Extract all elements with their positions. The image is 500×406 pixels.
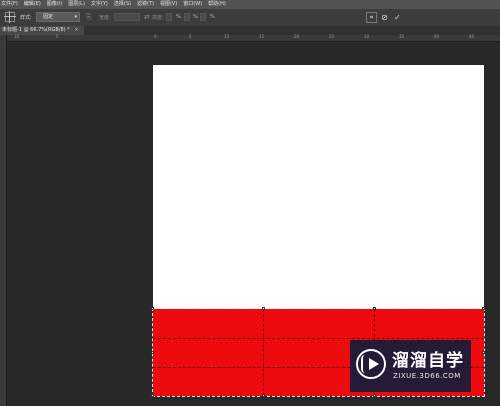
transform-handle[interactable] [373, 394, 376, 397]
width-label: 宽度: [99, 15, 111, 21]
field-2[interactable] [184, 13, 190, 21]
ruler-vertical [0, 35, 7, 406]
watermark: 溜溜自学 ZIXUE.3D66.COM [350, 340, 471, 392]
menu-filter[interactable]: 滤镜(T) [135, 0, 154, 9]
document-tab-bar: 未标题-1 @ 66.7%(RGB/8) * × [0, 26, 500, 35]
menu-window[interactable]: 窗口(W) [181, 0, 202, 9]
commit-check-icon[interactable]: ✓ [392, 12, 403, 23]
close-icon[interactable]: × [74, 27, 78, 33]
ruler-tick: 5 [56, 34, 59, 39]
cancel-icon[interactable]: ⊘ [379, 12, 390, 23]
menu-edit[interactable]: 编辑(E) [22, 0, 41, 9]
ruler-tick: 45 [469, 34, 475, 39]
link-icon: ⎘ [86, 13, 92, 21]
menu-type[interactable]: 文字(Y) [89, 0, 108, 9]
percent-3: % [210, 14, 215, 20]
percent-2: % [193, 14, 198, 20]
transform-handle[interactable] [373, 307, 376, 310]
transform-handle[interactable] [482, 307, 485, 310]
ruler-tick: 5 [189, 34, 192, 39]
style-value: 固定 [43, 14, 54, 20]
menu-view[interactable]: 视图(V) [158, 0, 177, 9]
ruler-tick: 15 [259, 34, 265, 39]
ruler-tick: 10 [224, 34, 230, 39]
move-tool-icon[interactable] [4, 11, 16, 23]
ruler-tick: 0 [154, 34, 157, 39]
transform-handle[interactable] [151, 351, 154, 354]
ruler-tick: 40 [434, 34, 440, 39]
transform-handle[interactable] [482, 351, 485, 354]
style-select[interactable]: 固定 ▾ [36, 12, 80, 22]
style-label: 样式: [20, 15, 32, 21]
play-logo-icon [356, 349, 386, 379]
chevron-down-icon: ▾ [74, 14, 77, 20]
field-3[interactable] [200, 13, 206, 21]
height-field[interactable] [166, 13, 172, 21]
transform-handle[interactable] [151, 307, 154, 310]
ruler-tick: 10 [14, 34, 20, 39]
ruler-tick: 35 [399, 34, 405, 39]
swap-icon: ⇄ [144, 13, 150, 21]
watermark-title: 溜溜自学 [392, 351, 464, 371]
transform-handle[interactable] [151, 394, 154, 397]
warp-icon[interactable]: ⌗ [366, 12, 377, 23]
menu-layer[interactable]: 图层(L) [66, 0, 85, 9]
menu-select[interactable]: 选择(S) [112, 0, 131, 9]
menu-file[interactable]: 文件(F) [0, 0, 18, 9]
ruler-tick: 25 [329, 34, 335, 39]
width-field[interactable] [114, 13, 140, 21]
menu-bar: 文件(F) 编辑(E) 图像(I) 图层(L) 文字(Y) 选择(S) 滤镜(T… [0, 0, 500, 9]
ruler-horizontal: 10 5 0 5 10 15 20 25 30 35 40 45 [6, 35, 500, 42]
canvas[interactable] [153, 65, 484, 309]
transform-handle[interactable] [262, 394, 265, 397]
document-tab[interactable]: 未标题-1 @ 66.7%(RGB/8) * × [0, 26, 85, 35]
menu-image[interactable]: 图像(I) [45, 0, 62, 9]
ruler-tick: 30 [364, 34, 370, 39]
watermark-url: ZIXUE.3D66.COM [393, 372, 461, 380]
percent-1: % [176, 14, 181, 20]
height-label: 高度: [152, 15, 164, 21]
document-tab-title: 未标题-1 @ 66.7%(RGB/8) * [2, 27, 70, 33]
ruler-tick: 20 [294, 34, 300, 39]
menu-help[interactable]: 帮助(H) [206, 0, 226, 9]
options-bar: 样式: 固定 ▾ ⎘ 宽度: ⇄ 高度: % % % ⌗ ⊘ ✓ [0, 9, 500, 27]
transform-handle[interactable] [262, 307, 265, 310]
